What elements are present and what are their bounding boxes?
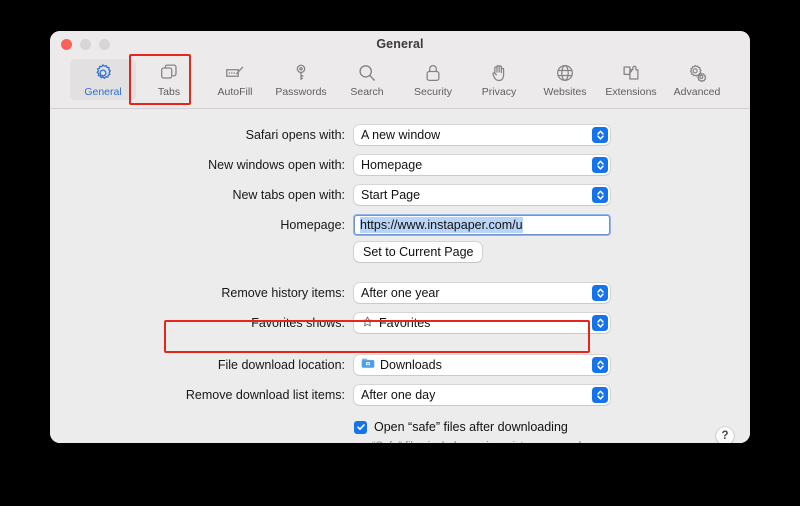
row-new-windows-open-with: New windows open with: Homepage	[50, 152, 750, 177]
tab-search-label: Search	[350, 86, 384, 98]
select-safari-opens-with-value: A new window	[361, 127, 441, 142]
chevron-updown-icon[interactable]	[592, 186, 608, 203]
preferences-content: Safari opens with: A new window New wind…	[50, 109, 750, 443]
tab-tabs-label: Tabs	[157, 86, 181, 98]
row-homepage: Homepage: https://www.instapaper.com/u	[50, 212, 750, 237]
window-title: General	[376, 37, 424, 51]
tab-websites[interactable]: Websites	[532, 59, 598, 100]
homepage-input-value: https://www.instapaper.com/u	[360, 216, 523, 233]
row-safari-opens-with: Safari opens with: A new window	[50, 122, 750, 147]
select-remove-history-items-value: After one year	[361, 285, 440, 300]
open-safe-files-help: “Safe” files include movies, pictures, s…	[354, 439, 750, 443]
open-safe-files-help-line-1: “Safe” files include movies, pictures, s…	[372, 439, 750, 443]
tab-security[interactable]: Security	[400, 59, 466, 100]
label-homepage: Homepage:	[280, 217, 345, 232]
puzzle-icon	[620, 62, 642, 84]
safari-preferences-window: General General Tabs AutoFill Passwords …	[50, 31, 750, 443]
row-open-safe-files: Open “safe” files after downloading	[50, 420, 750, 434]
preferences-toolbar: General Tabs AutoFill Passwords Search S…	[50, 57, 750, 109]
select-remove-history-items[interactable]: After one year	[354, 282, 610, 303]
select-favorites-shows[interactable]: Favorites	[354, 312, 610, 333]
homepage-input[interactable]: https://www.instapaper.com/u	[353, 213, 611, 236]
screen: General General Tabs AutoFill Passwords …	[0, 0, 800, 506]
label-safari-opens-with: Safari opens with:	[245, 127, 345, 142]
tab-advanced-label: Advanced	[673, 86, 721, 98]
label-remove-download-list-items: Remove download list items:	[185, 387, 345, 402]
tab-passwords[interactable]: Passwords	[268, 59, 334, 100]
select-new-tabs-open-with[interactable]: Start Page	[354, 184, 610, 205]
key-icon	[290, 62, 312, 84]
star-icon	[361, 315, 374, 331]
row-remove-history-items: Remove history items: After one year	[50, 280, 750, 305]
select-safari-opens-with[interactable]: A new window	[354, 124, 610, 145]
chevron-updown-icon[interactable]	[592, 314, 608, 331]
help-button[interactable]: ?	[716, 427, 734, 443]
open-safe-files-label: Open “safe” files after downloading	[374, 420, 568, 434]
tab-autofill[interactable]: AutoFill	[202, 59, 268, 100]
select-new-tabs-open-with-value: Start Page	[361, 187, 421, 202]
lock-icon	[422, 62, 444, 84]
chevron-updown-icon[interactable]	[592, 156, 608, 173]
globe-icon	[554, 62, 576, 84]
row-favorites-shows: Favorites shows: Favorites	[50, 310, 750, 335]
tab-privacy[interactable]: Privacy	[466, 59, 532, 100]
chevron-updown-icon[interactable]	[592, 126, 608, 143]
select-new-windows-open-with-value: Homepage	[361, 157, 423, 172]
tab-security-label: Security	[414, 86, 452, 98]
select-file-download-location-value: Downloads	[380, 357, 442, 372]
chevron-updown-icon[interactable]	[592, 356, 608, 373]
tabs-icon	[158, 62, 180, 84]
row-file-download-location: File download location: Downloads	[50, 352, 750, 377]
tab-general[interactable]: General	[70, 59, 136, 100]
gears-icon	[686, 62, 708, 84]
tab-privacy-label: Privacy	[481, 86, 517, 98]
tab-autofill-label: AutoFill	[217, 86, 253, 98]
select-favorites-shows-value: Favorites	[379, 315, 431, 330]
row-new-tabs-open-with: New tabs open with: Start Page	[50, 182, 750, 207]
tab-search[interactable]: Search	[334, 59, 400, 100]
set-to-current-page-button[interactable]: Set to Current Page	[354, 242, 483, 262]
search-icon	[356, 62, 378, 84]
folder-icon	[361, 357, 375, 372]
tab-general-label: General	[84, 86, 122, 98]
label-favorites-shows: Favorites shows:	[251, 315, 345, 330]
tab-extensions[interactable]: Extensions	[598, 59, 664, 100]
label-file-download-location: File download location:	[217, 357, 345, 372]
chevron-updown-icon[interactable]	[592, 386, 608, 403]
tab-passwords-label: Passwords	[275, 86, 327, 98]
open-safe-files-checkbox[interactable]	[354, 420, 367, 434]
select-remove-download-list-items-value: After one day	[361, 387, 436, 402]
label-new-tabs-open-with: New tabs open with:	[232, 187, 345, 202]
select-remove-download-list-items[interactable]: After one day	[354, 384, 610, 405]
hand-icon	[488, 62, 510, 84]
select-new-windows-open-with[interactable]: Homepage	[354, 154, 610, 175]
tab-websites-label: Websites	[543, 86, 587, 98]
tab-extensions-label: Extensions	[605, 86, 657, 98]
autofill-icon	[224, 62, 246, 84]
tab-advanced[interactable]: Advanced	[664, 59, 730, 100]
chevron-updown-icon[interactable]	[592, 284, 608, 301]
label-new-windows-open-with: New windows open with:	[208, 157, 345, 172]
row-set-to-current-page: Set to Current Page	[50, 242, 750, 262]
row-remove-download-list-items: Remove download list items: After one da…	[50, 382, 750, 407]
select-file-download-location[interactable]: Downloads	[354, 354, 610, 375]
gear-icon	[92, 62, 114, 84]
label-remove-history-items: Remove history items:	[221, 285, 345, 300]
tab-tabs[interactable]: Tabs	[136, 59, 202, 100]
window-titlebar: General	[50, 31, 750, 57]
